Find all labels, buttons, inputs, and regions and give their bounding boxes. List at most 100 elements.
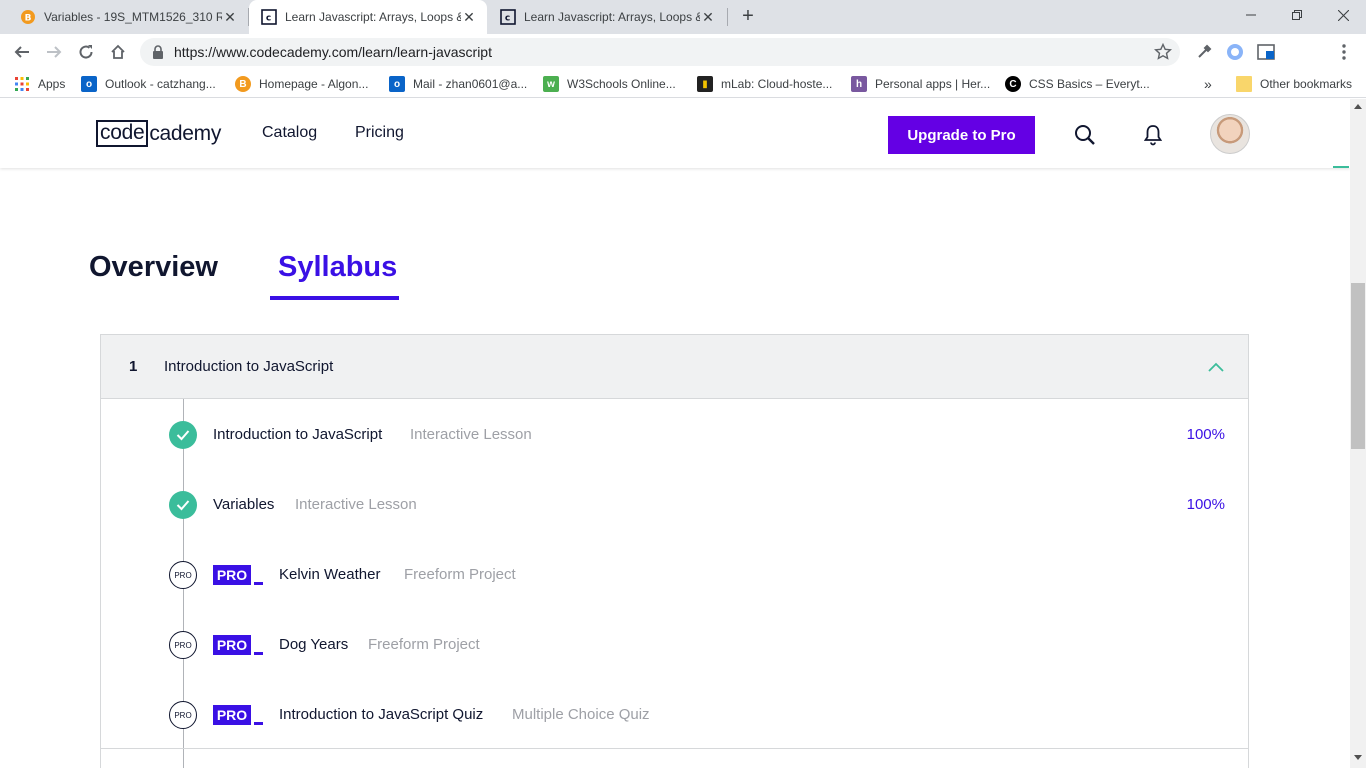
bookmark-label: Mail - zhan0601@a... [413,77,528,91]
syllabus-module: 1 Introduction to JavaScript Introductio… [100,334,1249,768]
new-tab-plus-icon[interactable]: + [737,6,759,28]
item-kind: Interactive Lesson [295,496,417,513]
chevron-up-icon[interactable] [1208,359,1224,372]
scroll-up-icon[interactable] [1354,104,1362,109]
bookmark-mlab[interactable]: ▮ mLab: Cloud-hoste... [697,74,832,94]
item-name: Variables [213,496,275,513]
browser-tab-title: Variables - 19S_MTM1526_310 R [44,10,222,24]
minimize-icon[interactable] [1228,0,1274,30]
bookmark-label: Outlook - catzhang... [105,77,216,91]
tab-overview[interactable]: Overview [89,251,218,284]
home-icon[interactable] [106,40,130,64]
nav-pricing[interactable]: Pricing [355,124,404,142]
bookmark-label: Homepage - Algon... [259,77,369,91]
nav-catalog[interactable]: Catalog [262,124,317,142]
css-tricks-icon: C [1005,76,1021,92]
codecademy-icon: c [261,9,277,25]
more-vertical-icon[interactable] [1334,42,1354,62]
reload-icon[interactable] [74,40,98,64]
w3schools-icon: w [543,76,559,92]
item-kind: Freeform Project [368,636,480,653]
bank-icon: B [235,76,251,92]
module-divider [100,748,1249,749]
close-tab-icon[interactable]: ✕ [461,9,477,25]
bookmarks-bar: Apps o Outlook - catzhang... B Homepage … [0,70,1366,98]
svg-text:B: B [25,14,32,24]
pro-badge: PRO [213,705,251,725]
extension-icon[interactable] [1225,42,1245,62]
logo-rest-text: cademy [149,121,222,145]
close-tab-icon[interactable]: ✕ [700,9,716,25]
browser-tab-title: Learn Javascript: Arrays, Loops & [285,10,461,24]
bookmark-heroku[interactable]: h Personal apps | Her... [851,74,990,94]
address-bar[interactable]: https://www.codecademy.com/learn/learn-j… [140,38,1180,66]
page-viewport: code cademy Catalog Pricing Upgrade to Pr… [0,99,1350,768]
heroku-icon: h [851,76,867,92]
browser-tab-variables[interactable]: B Variables - 19S_MTM1526_310 R ✕ [8,0,248,34]
site-header: code cademy Catalog Pricing Upgrade to Pr… [0,99,1350,168]
check-icon [169,421,197,449]
svg-text:c: c [266,14,271,24]
user-avatar[interactable] [1210,114,1250,154]
url-text: https://www.codecademy.com/learn/learn-j… [174,44,492,60]
module-title: Introduction to JavaScript [164,358,334,375]
list-item[interactable]: PRO PRO Kelvin Weather Freeform Project [101,555,1248,595]
outlook-extension-icon[interactable] [1256,42,1276,62]
bookmark-label: W3Schools Online... [567,77,676,91]
bookmark-algonquin[interactable]: B Homepage - Algon... [235,74,368,94]
item-name: Introduction to JavaScript [213,426,383,443]
browser-tab-strip: B Variables - 19S_MTM1526_310 R ✕ c Lear… [0,0,1366,34]
eyedropper-extension-icon[interactable] [1194,42,1214,62]
item-kind: Multiple Choice Quiz [512,706,650,723]
codecademy-icon: c [500,9,516,25]
bookmark-apps[interactable]: Apps [14,74,65,94]
list-item[interactable]: PRO PRO Introduction to JavaScript Quiz … [101,695,1248,735]
close-window-icon[interactable] [1320,0,1366,30]
pro-circle-icon: PRO [169,631,197,659]
more-bookmarks-icon[interactable]: » [1204,74,1212,94]
list-item[interactable]: Variables Interactive Lesson 100% [101,485,1248,525]
page-scrollbar[interactable] [1350,99,1366,768]
list-item[interactable]: PRO PRO Dog Years Freeform Project [101,625,1248,665]
bell-icon[interactable] [1141,123,1165,147]
bookmark-label: Other bookmarks [1260,77,1353,91]
bookmark-w3schools[interactable]: w W3Schools Online... [543,74,676,94]
browser-tab-learn-js[interactable]: c Learn Javascript: Arrays, Loops & ✕ [488,0,726,34]
bookmark-star-icon[interactable] [1153,42,1173,66]
codecademy-logo[interactable]: code cademy [96,120,221,147]
bookmark-outlook[interactable]: o Outlook - catzhang... [81,74,216,94]
bookmark-label: Apps [38,77,66,91]
outlook-icon: o [389,76,405,92]
close-tab-icon[interactable]: ✕ [222,9,238,25]
search-icon[interactable] [1073,123,1097,147]
pro-circle-icon: PRO [169,701,197,729]
bank-icon: B [20,9,36,25]
check-icon [169,491,197,519]
svg-text:c: c [505,14,510,24]
other-bookmarks[interactable]: Other bookmarks [1236,74,1352,94]
back-arrow-icon[interactable] [10,40,34,64]
item-progress: 100% [1186,496,1225,513]
module-header[interactable]: 1 Introduction to JavaScript [101,335,1248,399]
scrollbar-thumb[interactable] [1351,283,1365,449]
pro-badge: PRO [213,635,251,655]
list-item[interactable]: Introduction to JavaScript Interactive L… [101,415,1248,455]
upgrade-to-pro-button[interactable]: Upgrade to Pro [888,116,1035,154]
module-number: 1 [129,358,138,375]
forward-arrow-icon[interactable] [42,40,66,64]
header-accent-bar [1333,166,1349,168]
scroll-down-icon[interactable] [1354,755,1362,760]
folder-icon [1236,76,1252,92]
restore-icon[interactable] [1274,0,1320,30]
bookmark-mail[interactable]: o Mail - zhan0601@a... [389,74,527,94]
pro-badge: PRO [213,565,251,585]
browser-toolbar: https://www.codecademy.com/learn/learn-j… [0,34,1366,95]
item-kind: Interactive Lesson [410,426,532,443]
browser-tab-learn-js-active[interactable]: c Learn Javascript: Arrays, Loops & ✕ [249,0,487,34]
bookmark-css-tricks[interactable]: C CSS Basics – Everyt... [1005,74,1150,94]
tab-syllabus[interactable]: Syllabus [278,251,397,284]
item-name: Dog Years [279,636,349,653]
mlab-icon: ▮ [697,76,713,92]
pro-badge-cursor [254,722,263,725]
active-tab-underline [270,296,399,300]
